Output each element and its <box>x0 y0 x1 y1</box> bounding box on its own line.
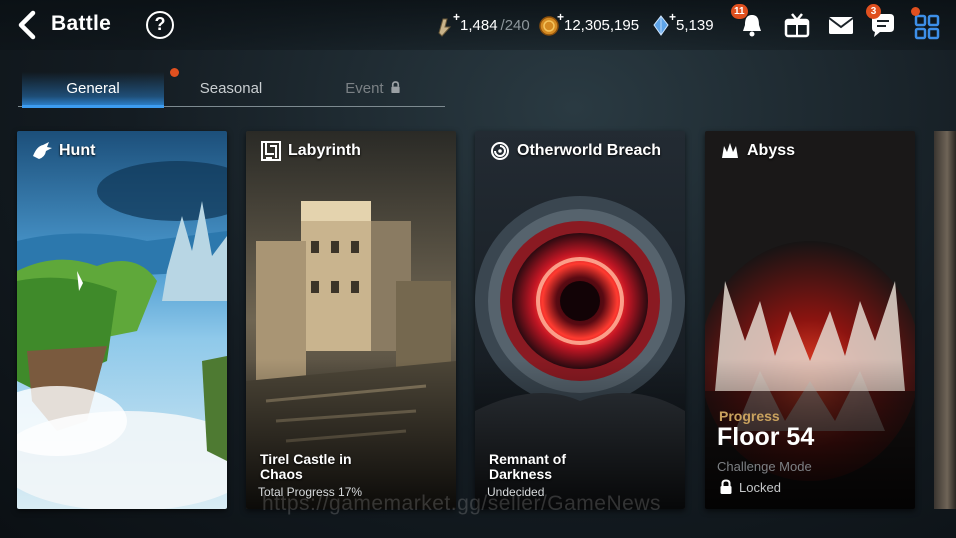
gold-counter[interactable]: + 12,305,195 <box>538 10 640 38</box>
labyrinth-progress: Total Progress 17% <box>258 485 363 499</box>
hunt-title: Hunt <box>59 142 96 159</box>
crystal-icon: + <box>650 10 676 37</box>
abyss-header: Abyss <box>719 139 795 163</box>
breach-subtitle-line2: Darkness <box>489 466 553 482</box>
back-arrow-icon[interactable] <box>14 10 42 40</box>
notifications-badge: 11 <box>731 4 748 19</box>
abyss-title: Abyss <box>747 142 796 159</box>
seasonal-new-dot <box>170 68 179 77</box>
stamina-counter[interactable]: + 1,484 /240 <box>434 10 530 38</box>
tab-event-label: Event <box>345 80 384 97</box>
demon-claw-icon <box>722 143 738 158</box>
breach-status: Undecided <box>487 485 545 499</box>
dragon-icon <box>33 142 52 159</box>
shop-button[interactable] <box>782 10 812 40</box>
labyrinth-subtitle-line1: Tirel Castle in <box>260 451 352 467</box>
tab-seasonal-label: Seasonal <box>199 80 263 97</box>
tab-general-label: General <box>66 80 120 97</box>
maze-icon <box>261 141 281 161</box>
lock-icon <box>720 479 732 494</box>
breach-subtitle-line1: Remnant of <box>489 451 566 467</box>
labyrinth-header: Labyrinth <box>260 139 361 163</box>
abyss-progress-label: Progress <box>719 408 780 424</box>
abyss-card[interactable]: Abyss Progress Floor 54 Challenge Mode L… <box>705 131 915 509</box>
abyss-floor: Floor 54 <box>717 423 815 451</box>
tab-general[interactable]: General <box>22 72 164 108</box>
mail-button[interactable] <box>826 10 856 40</box>
chat-badge: 3 <box>866 4 881 19</box>
page-title: Battle <box>51 12 112 35</box>
gold-coin-icon: + <box>538 10 564 37</box>
labyrinth-subtitle-line2: Chaos <box>260 466 303 482</box>
mail-icon <box>828 17 854 34</box>
tab-seasonal[interactable]: Seasonal <box>160 68 302 107</box>
next-card-partial[interactable] <box>934 131 956 509</box>
abyss-status-label: Locked <box>739 479 781 495</box>
stamina-max: /240 <box>500 16 530 34</box>
stamina-value: 1,484 <box>460 16 498 34</box>
notifications-button[interactable]: 11 <box>731 4 767 40</box>
abyss-locked-status: Locked <box>719 479 781 495</box>
labyrinth-subtitle: Tirel Castle in Chaos <box>260 452 352 482</box>
crystal-value: 5,139 <box>676 16 714 34</box>
chat-button[interactable]: 3 <box>866 4 898 40</box>
shop-icon <box>784 13 810 38</box>
labyrinth-card[interactable]: Labyrinth Tirel Castle in Chaos Total Pr… <box>246 131 456 509</box>
battle-tabs: General Seasonal Event <box>18 68 445 110</box>
hunt-artwork <box>17 131 227 509</box>
hunt-header: Hunt <box>31 139 95 163</box>
help-button[interactable]: ? <box>146 11 174 39</box>
breach-title: Otherworld Breach <box>517 142 662 159</box>
hunt-card[interactable]: Hunt <box>17 131 227 509</box>
swirl-portal-icon <box>491 142 509 160</box>
labyrinth-title: Labyrinth <box>288 142 361 159</box>
crystal-counter[interactable]: + 5,139 <box>650 10 714 38</box>
lock-icon <box>391 81 400 93</box>
breach-card[interactable]: Otherworld Breach Remnant of Darkness Un… <box>475 131 685 509</box>
tab-event[interactable]: Event <box>302 72 444 107</box>
abyss-mode: Challenge Mode <box>717 459 812 474</box>
breach-subtitle: Remnant of Darkness <box>489 452 566 482</box>
menu-button[interactable] <box>911 7 942 40</box>
stamina-icon: + <box>434 10 460 37</box>
menu-new-dot <box>911 7 920 16</box>
top-bar: Battle ? + 1,484 /240 + 12,305,195 + 5,1… <box>0 0 956 50</box>
gold-value: 12,305,195 <box>564 16 640 34</box>
breach-header: Otherworld Breach <box>489 139 661 163</box>
